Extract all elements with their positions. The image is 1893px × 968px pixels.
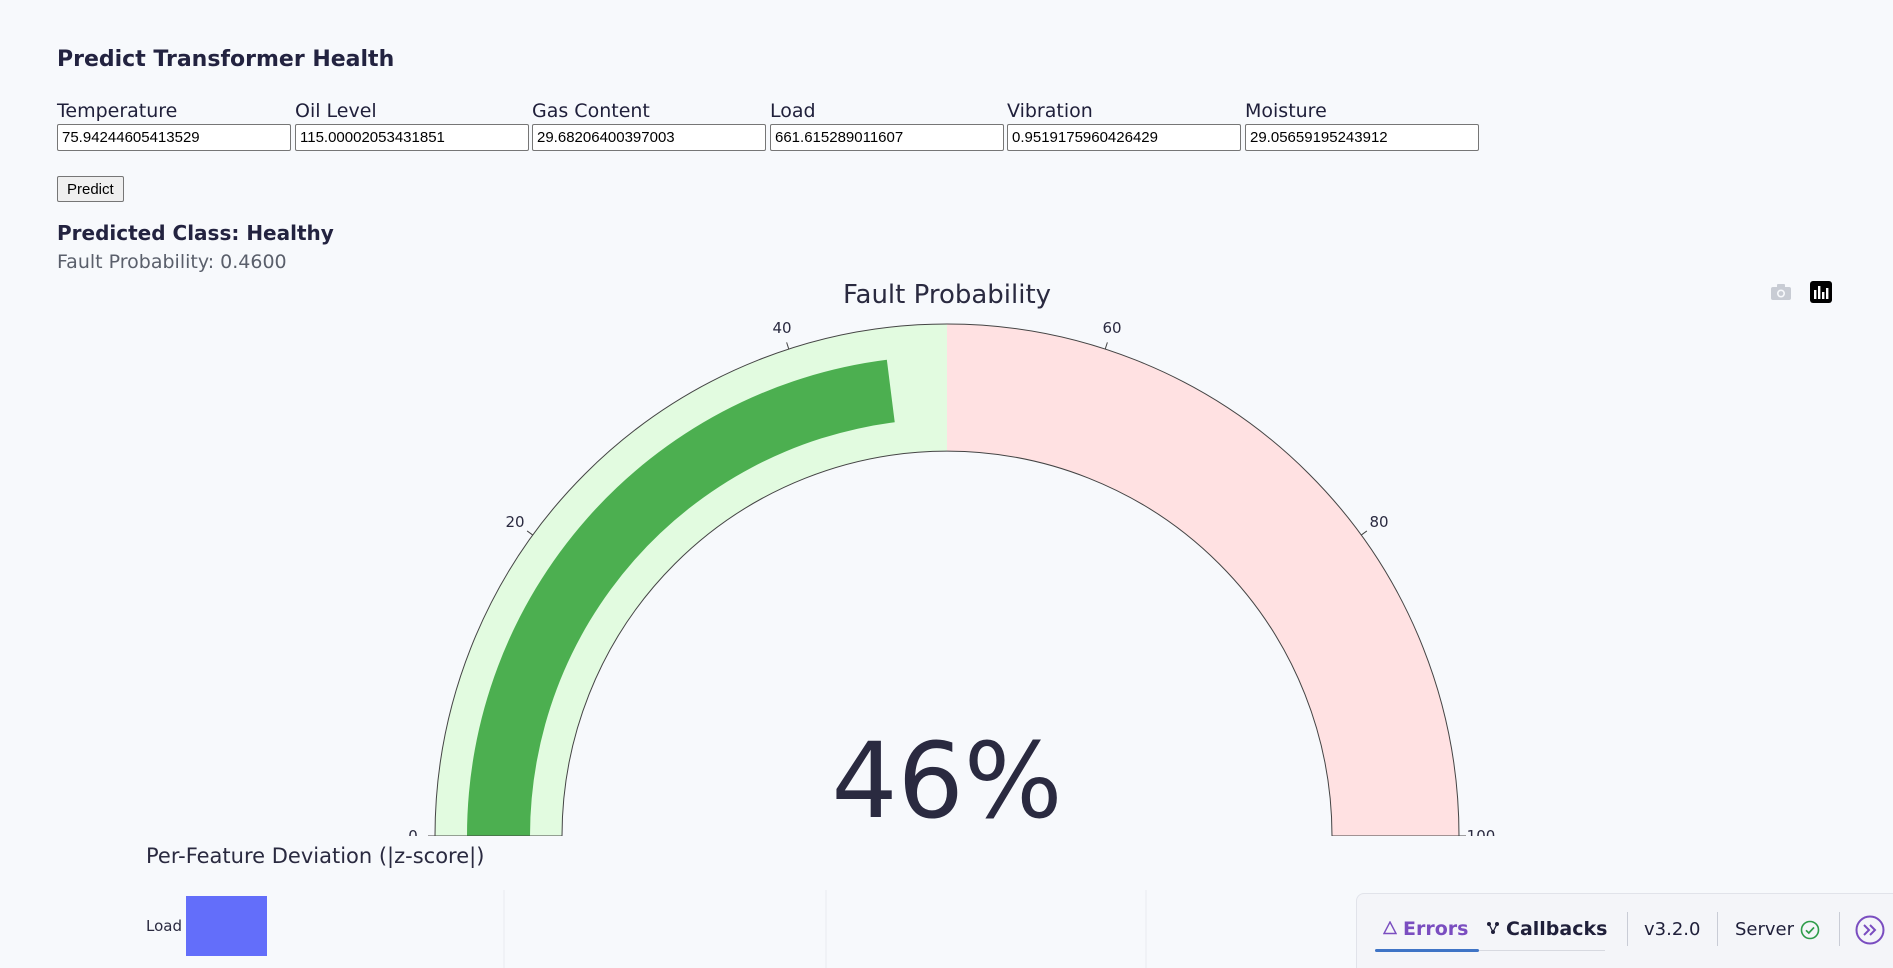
oil-level-field: Oil Level	[295, 98, 529, 151]
vibration-label: Vibration	[1007, 100, 1093, 122]
oil-level-input[interactable]	[295, 124, 529, 151]
server-ok-icon	[1800, 920, 1820, 944]
gauge-tick-mark	[1360, 530, 1368, 536]
predicted-class-text: Predicted Class: Healthy	[57, 221, 334, 245]
errors-tab[interactable]: Errors	[1382, 918, 1469, 940]
double-chevron-right-icon	[1855, 915, 1885, 945]
divider	[1839, 912, 1840, 946]
load-input[interactable]	[770, 124, 1004, 151]
server-label: Server	[1735, 919, 1795, 940]
gauge-tick-label: 80	[1369, 513, 1388, 531]
oil-level-label: Oil Level	[295, 100, 377, 122]
bar-category-label: Load	[146, 917, 182, 935]
gas-content-field: Gas Content	[532, 98, 766, 151]
active-tab-indicator	[1375, 949, 1479, 952]
temperature-label: Temperature	[57, 100, 178, 122]
gauge-tick-label: 20	[505, 513, 524, 531]
warning-icon	[1382, 918, 1398, 940]
version-label: v3.2.0	[1644, 919, 1701, 940]
bar-load	[186, 896, 267, 956]
moisture-input[interactable]	[1245, 124, 1479, 151]
vibration-input[interactable]	[1007, 124, 1241, 151]
callbacks-icon	[1486, 918, 1500, 940]
load-label: Load	[770, 100, 816, 122]
predict-button[interactable]: Predict	[57, 176, 124, 202]
divider	[1627, 912, 1628, 946]
expand-devtools-button[interactable]	[1855, 915, 1885, 949]
load-field: Load	[770, 98, 1004, 151]
divider	[1717, 912, 1718, 946]
gas-content-label: Gas Content	[532, 100, 650, 122]
bar-chart-title: Per-Feature Deviation (|z-score|)	[146, 844, 484, 869]
dev-tools-bar: Errors Callbacks v3.2.0 Server	[1356, 893, 1893, 968]
gauge-tick-mark	[786, 342, 790, 350]
page-title: Predict Transformer Health	[57, 47, 395, 72]
gauge-tick-label: 40	[772, 319, 791, 337]
callbacks-tab[interactable]: Callbacks	[1486, 918, 1607, 940]
vibration-field: Vibration	[1007, 98, 1241, 151]
gauge-tick-mark	[526, 530, 534, 536]
gas-content-input[interactable]	[532, 124, 766, 151]
moisture-field: Moisture	[1245, 98, 1479, 151]
errors-tab-label: Errors	[1403, 918, 1469, 940]
gauge-tick-mark	[1104, 342, 1108, 350]
temperature-field: Temperature	[57, 98, 291, 151]
moisture-label: Moisture	[1245, 100, 1327, 122]
gauge-value-text: 46%	[831, 720, 1062, 842]
gauge-tick-label: 60	[1102, 319, 1121, 337]
callbacks-tab-label: Callbacks	[1506, 918, 1608, 940]
fault-probability-gauge: Fault Probability 020406080100 46% Per-F…	[0, 280, 1893, 968]
gauge-title: Fault Probability	[843, 280, 1051, 310]
temperature-input[interactable]	[57, 124, 291, 151]
